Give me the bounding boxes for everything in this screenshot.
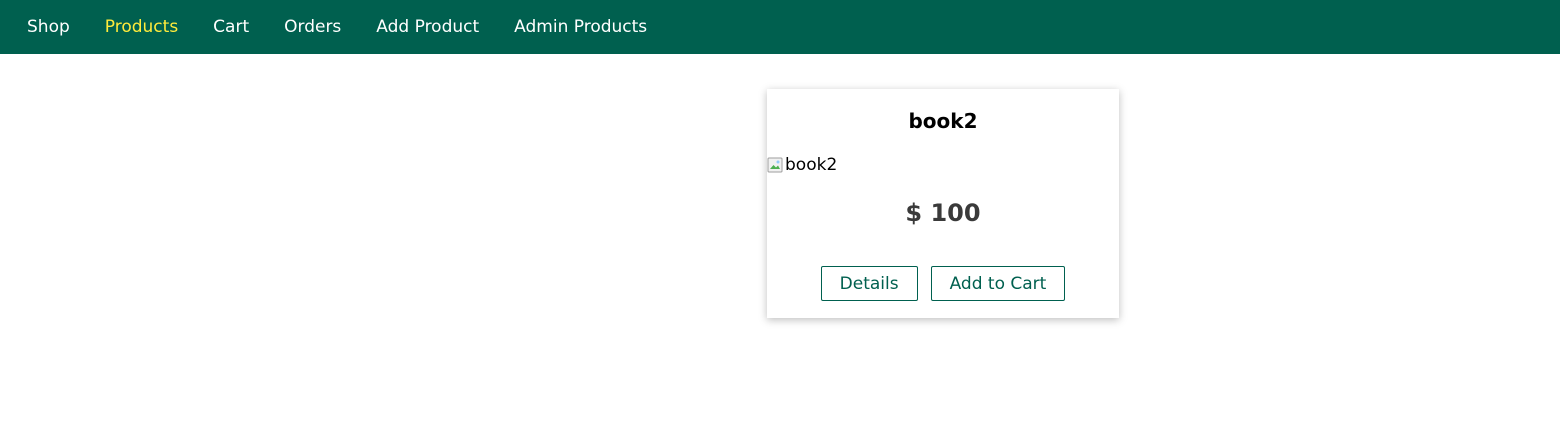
nav-item-admin-products[interactable]: Admin Products	[514, 18, 647, 36]
main-header: Shop Products Cart Orders Add Product Ad…	[0, 0, 1560, 54]
details-button[interactable]: Details	[820, 266, 918, 301]
main-content: book2 book2 $ 100 Details Add to Cart	[0, 54, 1560, 436]
nav-item-add-product[interactable]: Add Product	[376, 18, 479, 36]
nav-item-shop[interactable]: Shop	[27, 18, 70, 36]
broken-image-icon	[767, 157, 783, 173]
product-image: book2	[767, 153, 837, 177]
product-price: $ 100	[905, 199, 981, 227]
product-card: book2 book2 $ 100 Details Add to Cart	[767, 89, 1119, 318]
add-to-cart-button[interactable]: Add to Cart	[930, 266, 1066, 301]
nav-item-products[interactable]: Products	[105, 18, 178, 36]
nav-item-orders[interactable]: Orders	[284, 18, 341, 36]
product-actions: Details Add to Cart	[767, 266, 1119, 301]
product-title: book2	[908, 109, 978, 133]
main-nav: Shop Products Cart Orders Add Product Ad…	[27, 18, 682, 36]
product-image-alt-text: book2	[785, 155, 838, 175]
nav-item-cart[interactable]: Cart	[213, 18, 249, 36]
